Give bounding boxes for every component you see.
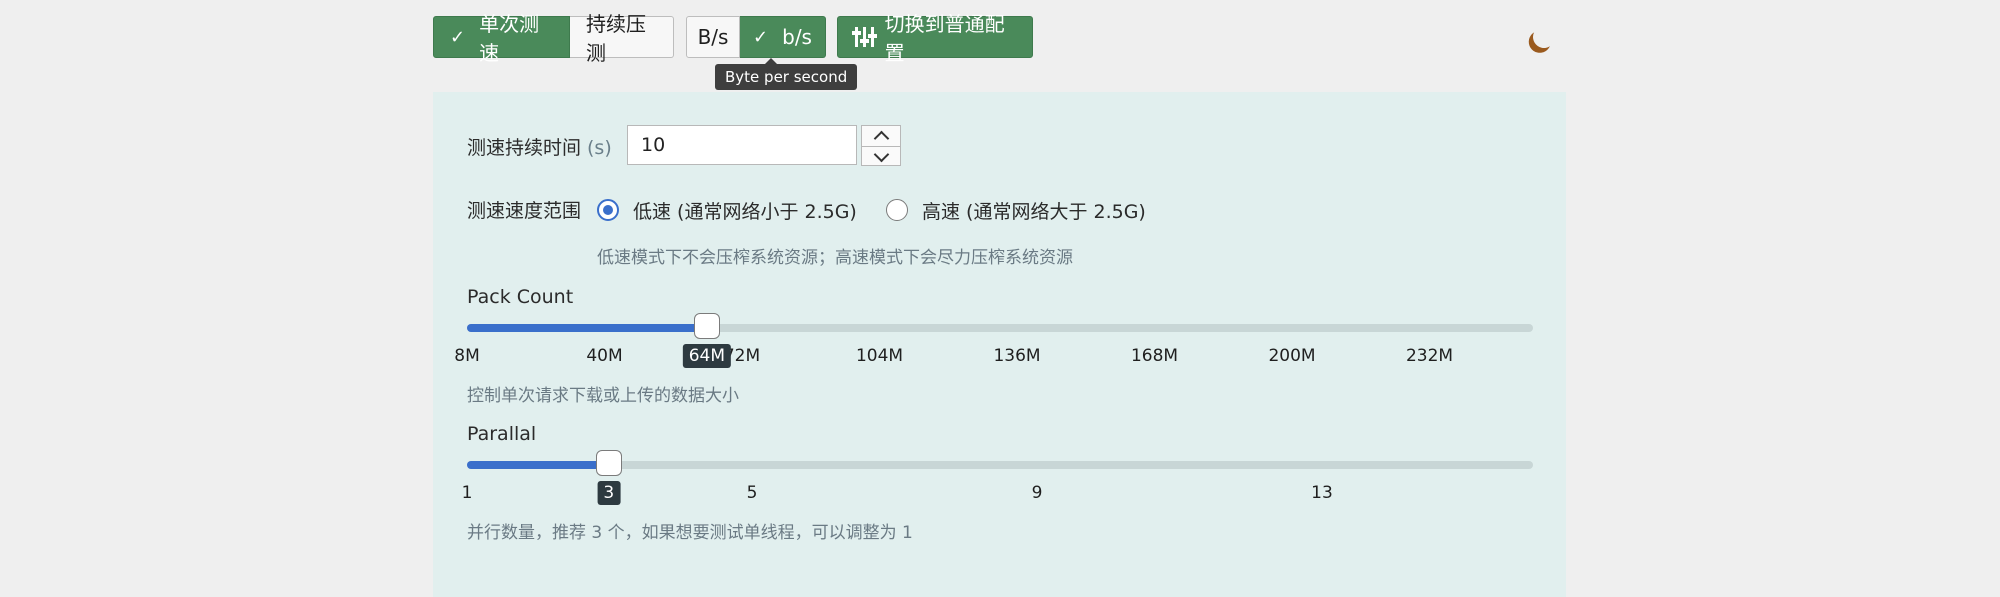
sliders-icon: [852, 26, 877, 48]
single-test-label: 单次测速: [479, 12, 540, 65]
high-speed-label: 高速 (通常网络大于 2.5G): [922, 201, 1146, 223]
parallel-tick: 13: [1311, 483, 1333, 503]
pack-count-tick: 8M: [454, 346, 480, 366]
parallel-value: 3: [597, 481, 621, 505]
low-speed-radio[interactable]: [597, 199, 619, 221]
pack-count-label: Pack Count: [467, 286, 574, 308]
pack-count-tick: 200M: [1268, 346, 1316, 366]
duration-unit: (s): [587, 137, 612, 159]
pack-count-fill: [467, 324, 707, 332]
parallel-tick: 5: [746, 483, 758, 503]
bytes-unit-button[interactable]: B/s: [686, 16, 740, 58]
pack-count-tick: 232M: [1405, 346, 1454, 366]
low-speed-label: 低速 (通常网络小于 2.5G): [633, 201, 857, 223]
switch-config-label: 切换到普通配置: [884, 12, 1005, 65]
high-speed-radio[interactable]: [886, 199, 908, 221]
chevron-down-icon: [873, 146, 889, 162]
pack-count-value: 64M: [682, 344, 731, 368]
duration-input[interactable]: 10: [627, 125, 857, 165]
unit-toggle: B/s ✓ b/s: [686, 16, 826, 58]
speed-range-hint: 低速模式下不会压榨系统资源；高速模式下会尽力压榨系统资源: [597, 248, 1073, 268]
continuous-test-button[interactable]: 持续压测: [570, 12, 674, 65]
duration-label-text: 测速持续时间: [467, 137, 582, 159]
parallel-slider[interactable]: [467, 450, 1533, 476]
parallel-thumb[interactable]: [595, 450, 622, 476]
parallel-hint: 并行数量，推荐 3 个，如果想要测试单线程，可以调整为 1: [467, 523, 913, 543]
speed-range-label: 测速速度范围: [467, 200, 582, 222]
parallel-label: Parallal: [467, 423, 537, 445]
increment-button[interactable]: [862, 126, 900, 147]
continuous-test-label: 持续压测: [586, 12, 646, 65]
config-switch-group: 切换到普通配置: [837, 12, 1033, 65]
single-test-button[interactable]: ✓ 单次测速: [433, 12, 570, 65]
decrement-button[interactable]: [862, 146, 900, 166]
pack-count-tick: 136M: [993, 346, 1041, 366]
pack-count-tick: 40M: [586, 346, 623, 366]
duration-label: 测速持续时间 (s): [467, 133, 612, 160]
check-icon: ✓: [753, 26, 769, 48]
pack-count-hint: 控制单次请求下载或上传的数据大小: [467, 386, 739, 406]
test-mode-toggle: ✓ 单次测速 持续压测: [433, 12, 674, 65]
bits-unit-button[interactable]: ✓ b/s: [740, 16, 826, 58]
pack-count-tick: 168M: [1130, 346, 1179, 366]
pack-count-slider[interactable]: [467, 313, 1533, 339]
bytes-unit-label: B/s: [697, 25, 729, 49]
parallel-tick: 1: [461, 483, 473, 503]
bits-unit-label: b/s: [782, 25, 812, 49]
moon-icon[interactable]: [1531, 24, 1556, 49]
chevron-up-icon: [873, 130, 889, 147]
parallel-tick: 9: [1031, 483, 1043, 503]
unit-tooltip: Byte per second: [715, 58, 858, 90]
pack-count-tick: 104M: [855, 346, 904, 366]
check-icon: ✓: [450, 26, 466, 48]
switch-config-button[interactable]: 切换到普通配置: [837, 12, 1033, 65]
pack-count-thumb[interactable]: [693, 313, 720, 339]
duration-stepper: [861, 125, 901, 166]
parallel-fill: [467, 461, 609, 469]
